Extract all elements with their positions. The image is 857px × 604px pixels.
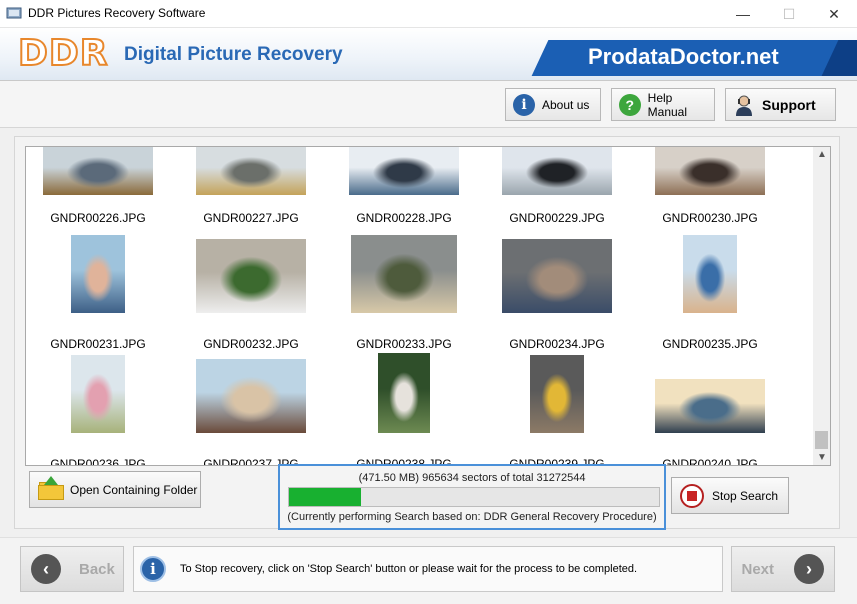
folder-open-icon bbox=[38, 475, 64, 500]
help-icon: ? bbox=[619, 93, 641, 116]
photo-thumbnail[interactable] bbox=[502, 147, 612, 195]
about-us-button[interactable]: i About us bbox=[505, 88, 601, 121]
stop-search-button[interactable]: Stop Search bbox=[671, 477, 789, 514]
next-arrow-icon: › bbox=[794, 554, 824, 584]
sector-progress-text: (471.50 MB) 965634 sectors of total 3127… bbox=[358, 472, 586, 484]
open-containing-folder-button[interactable]: Open Containing Folder bbox=[29, 471, 201, 508]
photo-thumbnail[interactable] bbox=[196, 147, 306, 195]
info-icon: i bbox=[140, 556, 166, 582]
help-manual-label: Help Manual bbox=[647, 90, 688, 119]
scroll-thumb[interactable] bbox=[815, 431, 828, 449]
ddr-logo: DDR bbox=[17, 32, 109, 75]
toolbar: i About us ? Help Manual Support bbox=[0, 80, 857, 128]
info-message: To Stop recovery, click on 'Stop Search'… bbox=[180, 563, 638, 575]
file-thumbnail-item[interactable]: GNDR00229.JPG bbox=[492, 147, 622, 465]
progress-panel: (471.50 MB) 965634 sectors of total 3127… bbox=[278, 464, 666, 530]
website-url: ProdataDoctor.net bbox=[588, 44, 779, 69]
file-name-label: GNDR00230.JPG bbox=[662, 211, 758, 225]
minimize-button[interactable]: — bbox=[720, 0, 766, 28]
file-name-label: GNDR00226.JPG bbox=[50, 211, 146, 225]
stop-icon bbox=[680, 483, 704, 508]
file-thumbnail-item[interactable]: GNDR00230.JPG bbox=[645, 147, 775, 465]
file-thumbnail-item[interactable]: GNDR00228.JPG bbox=[339, 147, 469, 465]
file-name-label: GNDR00227.JPG bbox=[203, 211, 299, 225]
procedure-text: (Currently performing Search based on: D… bbox=[287, 511, 657, 523]
file-thumbnail-item[interactable]: GNDR00227.JPG bbox=[186, 147, 316, 465]
photo-thumbnail[interactable] bbox=[349, 147, 459, 195]
support-person-icon bbox=[736, 95, 752, 116]
progress-bar bbox=[288, 487, 660, 507]
info-bar: i To Stop recovery, click on 'Stop Searc… bbox=[133, 546, 723, 592]
file-name-label: GNDR00229.JPG bbox=[509, 211, 605, 225]
back-button[interactable]: ‹ Back bbox=[20, 546, 124, 592]
vertical-scrollbar[interactable]: ▲ ▼ bbox=[813, 147, 830, 465]
help-manual-button[interactable]: ? Help Manual bbox=[611, 88, 715, 121]
bottom-bar: ‹ Back i To Stop recovery, click on 'Sto… bbox=[0, 537, 857, 604]
open-folder-label: Open Containing Folder bbox=[70, 482, 198, 497]
app-icon bbox=[6, 7, 22, 19]
back-label: Back bbox=[79, 560, 115, 578]
next-button[interactable]: Next › bbox=[731, 546, 835, 592]
about-us-label: About us bbox=[542, 97, 590, 112]
scroll-down-icon[interactable]: ▼ bbox=[817, 452, 827, 463]
product-name: Digital Picture Recovery bbox=[124, 44, 343, 65]
window-title: DDR Pictures Recovery Software bbox=[28, 6, 206, 20]
back-arrow-icon: ‹ bbox=[31, 554, 61, 584]
support-label: Support bbox=[762, 96, 816, 113]
photo-thumbnail[interactable] bbox=[43, 147, 153, 195]
photo-thumbnail[interactable] bbox=[655, 147, 765, 195]
recovered-files-grid[interactable]: GNDR00240.JPG GNDR00239.JPG GNDR00238.JPG G… bbox=[25, 146, 831, 466]
info-icon: i bbox=[513, 93, 535, 116]
maximize-button[interactable]: ☐ bbox=[766, 0, 812, 28]
support-button[interactable]: Support bbox=[725, 88, 836, 121]
header-banner: DDR Digital Picture Recovery ProdataDoct… bbox=[0, 28, 857, 80]
scroll-up-icon[interactable]: ▲ bbox=[817, 149, 827, 160]
close-button[interactable]: ✕ bbox=[811, 0, 857, 28]
next-label: Next bbox=[741, 560, 774, 578]
progress-bar-fill bbox=[289, 488, 361, 506]
file-thumbnail-item[interactable]: GNDR00226.JPG bbox=[33, 147, 163, 465]
title-bar: DDR Pictures Recovery Software — ☐ ✕ bbox=[0, 0, 857, 28]
stop-search-label: Stop Search bbox=[712, 488, 779, 503]
file-name-label: GNDR00228.JPG bbox=[356, 211, 452, 225]
